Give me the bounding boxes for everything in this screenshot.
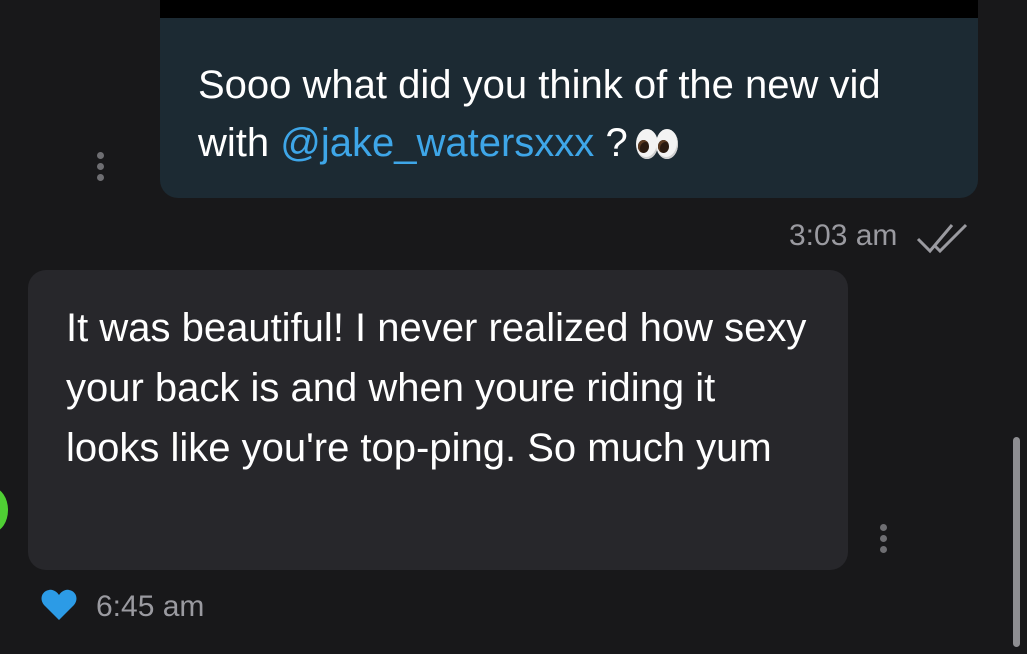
message-text-part: ? xyxy=(605,121,628,165)
incoming-timestamp: 6:45 am xyxy=(96,590,205,623)
eyes-emoji xyxy=(635,114,678,172)
incoming-message-bubble[interactable]: It was beautiful! I never realized how s… xyxy=(28,270,848,570)
scrollbar-thumb[interactable] xyxy=(1013,437,1020,647)
double-check-icon xyxy=(916,223,968,254)
outgoing-more-options-icon[interactable] xyxy=(97,152,105,185)
media-preview-strip[interactable] xyxy=(160,0,978,18)
heart-icon[interactable] xyxy=(40,588,78,622)
outgoing-message-bubble[interactable]: Sooo what did you think of the new vid w… xyxy=(160,18,978,198)
avatar[interactable] xyxy=(0,488,8,532)
outgoing-message-text: Sooo what did you think of the new vid w… xyxy=(198,56,948,172)
user-mention-link[interactable]: @jake_watersxxx xyxy=(280,121,594,165)
incoming-message-text: It was beautiful! I never realized how s… xyxy=(66,306,807,470)
incoming-more-options-icon[interactable] xyxy=(880,524,888,557)
outgoing-timestamp: 3:03 am xyxy=(789,219,898,252)
